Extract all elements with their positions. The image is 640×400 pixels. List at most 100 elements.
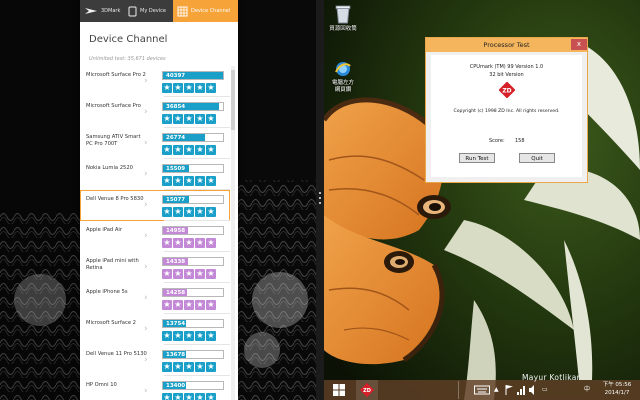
star-rating: ★ ★ ★ ★ ★ (162, 300, 217, 310)
score-bar: 15077 (162, 195, 224, 204)
score-value: 14338 (166, 259, 186, 265)
star-icon: ★ (195, 145, 205, 155)
scrollbar-thumb[interactable] (231, 70, 235, 130)
ime-language-indicator[interactable]: 中 (584, 384, 590, 396)
star-icon: ★ (206, 145, 216, 155)
star-icon: ★ (206, 238, 216, 248)
browser-shortcut[interactable]: 電腦左方 網頁鑽 (326, 60, 360, 94)
star-rating: ★ ★ ★ ★ ★ (162, 83, 217, 93)
run-test-button[interactable]: Run Test (459, 153, 495, 163)
chevron-right-icon: › (144, 386, 148, 396)
device-row[interactable]: Apple iPad Air › 14958 ★ ★ ★ ★ ★ (80, 221, 230, 252)
chevron-right-icon: › (144, 324, 148, 334)
star-icon: ★ (173, 114, 183, 124)
star-icon: ★ (173, 145, 183, 155)
zd-logo-text: ZD (502, 88, 511, 95)
flag-icon[interactable] (504, 384, 514, 396)
star-icon: ★ (195, 269, 205, 279)
star-icon: ★ (206, 176, 216, 186)
device-row[interactable]: Apple iPad mini with Retina › 14338 ★ ★ ★ ★ ★ (80, 252, 230, 283)
star-icon: ★ (173, 207, 183, 217)
volume-icon[interactable] (528, 384, 538, 396)
device-row[interactable]: Apple iPhone 5s › 14258 ★ ★ ★ ★ ★ (80, 283, 230, 314)
device-row[interactable]: Nokia Lumia 2520 › 15509 ★ ★ ★ ★ ★ (80, 159, 230, 190)
star-rating: ★ ★ ★ ★ ★ (162, 393, 217, 400)
star-icon: ★ (162, 269, 172, 279)
star-icon: ★ (162, 238, 172, 248)
taskbar-zd-app[interactable]: ZD (356, 380, 378, 400)
3dmark-logo-icon (85, 8, 97, 14)
start-button[interactable] (332, 383, 346, 397)
network-icon[interactable] (516, 384, 526, 396)
grip-dot (319, 192, 321, 194)
score-value: 14958 (166, 228, 186, 234)
device-row[interactable]: Microsoft Surface Pro 2 › 40397 ★ ★ ★ ★ ★ (80, 66, 230, 97)
quit-button[interactable]: Quit (519, 153, 555, 163)
score-value: 158 (515, 138, 525, 144)
chevron-right-icon: › (144, 355, 148, 365)
star-icon: ★ (195, 362, 205, 372)
processor-test-dialog: Processor Test x CPUmark (TM) 99 Version… (425, 37, 588, 183)
star-icon: ★ (184, 145, 194, 155)
keyboard-icon[interactable] (474, 384, 490, 396)
star-icon: ★ (206, 331, 216, 341)
device-name: Apple iPad mini with Retina (86, 258, 139, 271)
nav-my-device[interactable]: My Device (128, 0, 172, 22)
star-icon: ★ (162, 145, 172, 155)
device-name: HP Omni 10 (86, 382, 117, 388)
device-name: Samsung ATIV Smart PC Pro 700T (86, 134, 141, 147)
star-icon: ★ (206, 393, 216, 400)
nav-3dmark[interactable]: 3DMark (84, 0, 126, 22)
clock-time: 下午 05:56 (602, 382, 632, 388)
score-bar: 15509 (162, 164, 224, 173)
device-name: Microsoft Surface Pro (86, 103, 141, 109)
score-bar: 13754 (162, 319, 224, 328)
3dmark-app-window: 3DMark My Device Device Channel Device C… (80, 0, 238, 400)
star-icon: ★ (184, 393, 194, 400)
grip-dot (319, 197, 321, 199)
star-rating: ★ ★ ★ ★ ★ (162, 114, 217, 124)
device-name: Dell Venue 8 Pro 5830 (86, 196, 144, 202)
dialog-title: Processor Test (426, 38, 587, 52)
recycle-bin-label: 資源回收筒 (329, 26, 357, 32)
browser-shortcut-label: 電腦左方 網頁鑽 (331, 80, 354, 93)
star-icon: ★ (162, 207, 172, 217)
device-row[interactable]: Dell Venue 8 Pro 5830 › 15077 ★ ★ ★ ★ ★ (80, 190, 230, 221)
star-icon: ★ (173, 331, 183, 341)
device-row[interactable]: Microsoft Surface Pro › 36854 ★ ★ ★ ★ ★ (80, 97, 230, 128)
star-icon: ★ (162, 300, 172, 310)
chevron-right-icon: › (144, 169, 148, 179)
battery-icon[interactable]: ▭ (542, 384, 548, 396)
taskbar-clock[interactable]: 下午 05:56 2014/1/7 (598, 381, 636, 397)
star-icon: ★ (173, 83, 183, 93)
device-name: Nokia Lumia 2520 (86, 165, 133, 171)
star-icon: ★ (184, 83, 194, 93)
chevron-right-icon: › (144, 200, 148, 210)
device-row[interactable]: Samsung ATIV Smart PC Pro 700T › 26774 ★ ★ ★ ★… (80, 128, 230, 159)
star-icon: ★ (184, 362, 194, 372)
show-hidden-icons-icon[interactable]: ▲ (494, 384, 499, 396)
star-rating: ★ ★ ★ ★ ★ (162, 207, 217, 217)
nav-brand-label: 3DMark (101, 8, 121, 14)
star-icon: ★ (195, 176, 205, 186)
clock-date: 2014/1/7 (604, 390, 630, 396)
page-title: Device Channel (89, 34, 168, 45)
divider-handle[interactable] (319, 192, 321, 206)
tablet-icon (128, 6, 137, 16)
device-row[interactable]: Microsoft Surface 2 › 13754 ★ ★ ★ ★ ★ (80, 314, 230, 345)
device-name: Apple iPad Air (86, 227, 122, 233)
page-subtitle: Unlimited test: 35,671 devices (89, 56, 166, 62)
nav-my-device-label: My Device (140, 8, 166, 14)
star-icon: ★ (195, 393, 205, 400)
star-icon: ★ (184, 300, 194, 310)
device-row[interactable]: HP Omni 10 › 13400 ★ ★ ★ ★ ★ (80, 376, 230, 400)
star-icon: ★ (206, 269, 216, 279)
photographer-watermark: Mayur Kotlikar (522, 373, 581, 382)
score-value: 14258 (166, 290, 186, 296)
top-nav: 3DMark My Device Device Channel (80, 0, 238, 22)
star-rating: ★ ★ ★ ★ ★ (162, 331, 217, 341)
device-row[interactable]: Dell Venue 11 Pro 5130 › 13678 ★ ★ ★ ★ ★ (80, 345, 230, 376)
close-button[interactable]: x (571, 39, 587, 50)
recycle-bin-shortcut[interactable]: 資源回收筒 (326, 4, 360, 33)
nav-device-channel[interactable]: Device Channel (173, 0, 238, 22)
